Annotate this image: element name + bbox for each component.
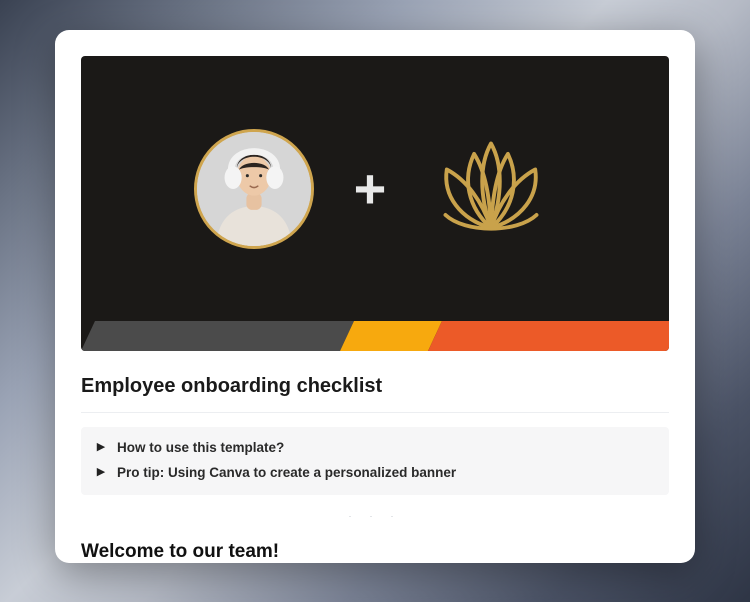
help-callout: ▶ How to use this template? ▶ Pro tip: U… bbox=[81, 427, 669, 495]
page-title: Employee onboarding checklist bbox=[81, 375, 669, 413]
avatar-illustration bbox=[197, 132, 311, 246]
toggle-pro-tip[interactable]: ▶ Pro tip: Using Canva to create a perso… bbox=[91, 460, 659, 485]
avatar bbox=[194, 129, 314, 249]
caret-right-icon: ▶ bbox=[95, 442, 107, 453]
toggle-how-to-use[interactable]: ▶ How to use this template? bbox=[91, 435, 659, 460]
document-page: + bbox=[55, 30, 695, 563]
section-divider-dots: . . . bbox=[81, 509, 669, 519]
banner-image: + bbox=[81, 56, 669, 351]
toggle-label: Pro tip: Using Canva to create a persona… bbox=[117, 465, 456, 480]
stripe-yellow bbox=[340, 321, 442, 351]
stripe-orange bbox=[428, 321, 669, 351]
banner-content: + bbox=[81, 56, 669, 321]
caret-right-icon: ▶ bbox=[95, 467, 107, 478]
plus-icon: + bbox=[354, 161, 387, 217]
company-logo-icon bbox=[426, 124, 556, 254]
stripe-dark bbox=[81, 321, 354, 351]
banner-stripes bbox=[81, 321, 669, 351]
toggle-label: How to use this template? bbox=[117, 440, 284, 455]
section-heading-welcome: Welcome to our team! bbox=[81, 541, 669, 563]
